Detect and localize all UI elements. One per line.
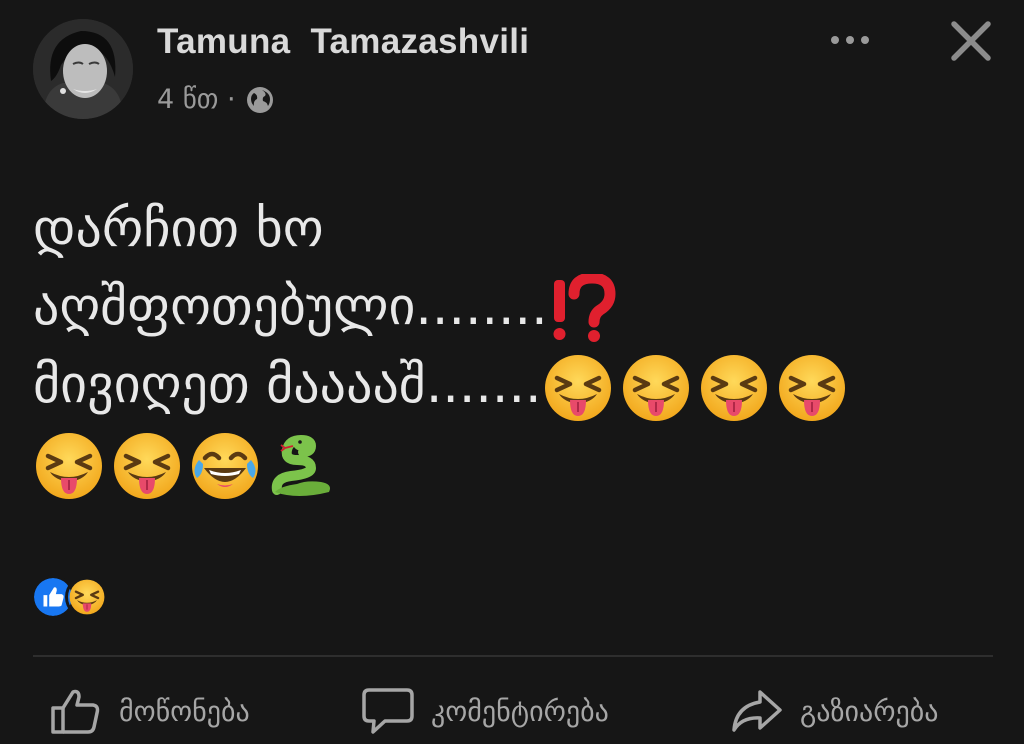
author-avatar[interactable] (33, 19, 133, 119)
divider (33, 655, 993, 657)
post-text-fragment: მივიღეთ მააააშ....... (33, 355, 542, 415)
like-button[interactable]: მოწონება (49, 686, 250, 736)
snake-emoji (267, 430, 339, 502)
reactions-summary[interactable] (31, 575, 109, 619)
post-time[interactable]: 4 წთ · (157, 84, 236, 115)
like-label: მოწონება (119, 694, 250, 728)
squinting-tongue-emoji (620, 352, 692, 424)
haha-reaction-icon (65, 575, 109, 619)
tears-of-joy-emoji (189, 430, 261, 502)
post-body: დარჩით ხო აღშფოთებული........ მივიღეთ მა… (33, 190, 993, 502)
post-meta: 4 წთ · (157, 84, 275, 115)
post-text-line: აღშფოთებული........ (33, 268, 993, 346)
globe-icon[interactable] (245, 85, 275, 115)
author-name[interactable]: Tamuna Tamazashvili (157, 22, 529, 62)
post-text-line: მივიღეთ მააააშ....... (33, 346, 993, 424)
post-text-line (33, 424, 993, 502)
close-icon[interactable] (948, 18, 994, 64)
comment-button[interactable]: კომენტირება (361, 686, 609, 736)
interrobang-emoji (548, 274, 620, 346)
more-dot-icon (831, 36, 839, 44)
share-button[interactable]: გაზიარება (730, 686, 938, 736)
squinting-tongue-emoji (33, 430, 105, 502)
share-label: გაზიარება (800, 694, 939, 728)
thumbs-up-icon (51, 689, 100, 734)
post-text-fragment: აღშფოთებული........ (33, 277, 548, 337)
squinting-tongue-emoji (542, 352, 614, 424)
post-actions: მოწონება კომენტირება გაზიარება (33, 680, 993, 744)
comment-icon (362, 688, 414, 734)
share-icon (732, 690, 782, 732)
squinting-tongue-emoji (698, 352, 770, 424)
squinting-tongue-emoji (776, 352, 848, 424)
more-dot-icon (846, 36, 854, 44)
squinting-tongue-emoji (111, 430, 183, 502)
post-text-line: დარჩით ხო (33, 199, 324, 259)
more-dot-icon (861, 36, 869, 44)
comment-label: კომენტირება (431, 694, 609, 728)
more-options-button[interactable] (826, 30, 874, 50)
